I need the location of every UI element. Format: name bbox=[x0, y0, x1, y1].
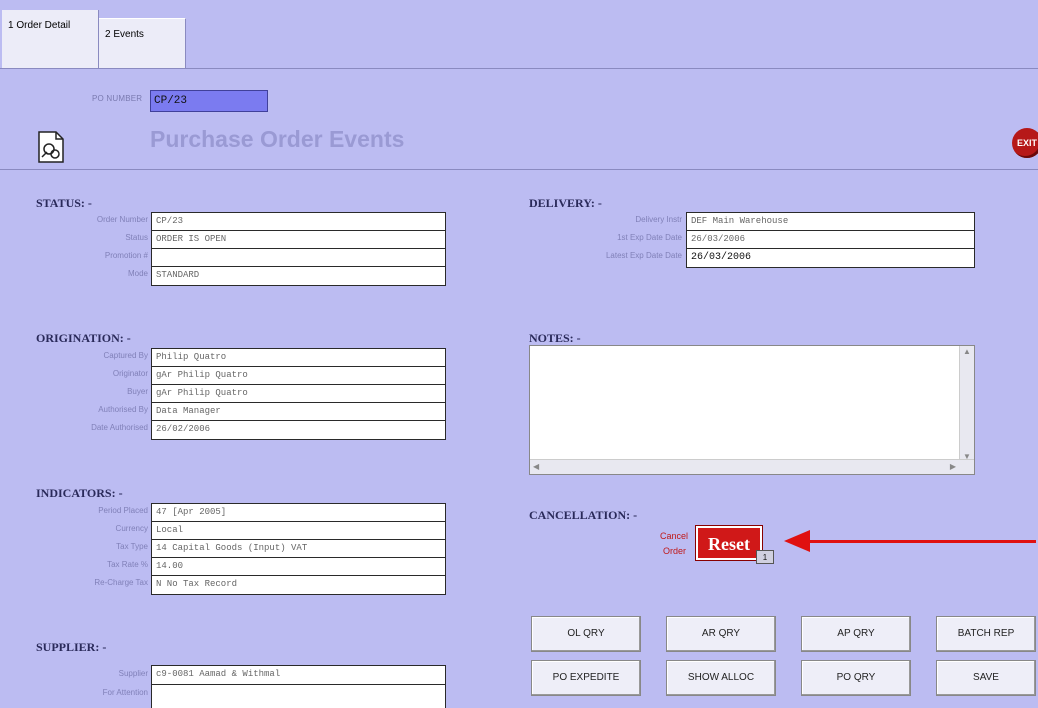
field-label: Order Number bbox=[96, 215, 148, 224]
ap-qry-button[interactable]: AP QRY bbox=[801, 616, 911, 652]
cancel-order-label: Order bbox=[662, 546, 686, 556]
document-icon bbox=[36, 130, 66, 164]
date-authorised-field[interactable]: 26/02/2006 bbox=[152, 421, 445, 439]
tab-strip: 1 Order Detail 2 Events bbox=[0, 0, 1038, 70]
authorised-by-field[interactable]: Data Manager bbox=[152, 403, 445, 421]
po-qry-button[interactable]: PO QRY bbox=[801, 660, 911, 696]
cancellation-heading: CANCELLATION: - bbox=[529, 508, 638, 522]
tab-label: 1 Order Detail bbox=[8, 20, 71, 31]
ol-qry-button[interactable]: OL QRY bbox=[531, 616, 641, 652]
reset-button[interactable]: Reset bbox=[695, 525, 763, 561]
for-attention-field[interactable] bbox=[152, 685, 445, 703]
annotation-arrow-line bbox=[808, 540, 1036, 543]
latest-exp-date-field[interactable]: 26/03/2006 bbox=[687, 249, 974, 267]
buyer-field[interactable]: gAr Philip Quatro bbox=[152, 385, 445, 403]
supplier-fields: c9-0081 Aamad & Withmal bbox=[151, 665, 446, 708]
notes-heading: NOTES: - bbox=[529, 331, 581, 345]
field-label: Tax Type bbox=[116, 542, 148, 551]
scroll-right-icon[interactable]: ▶ bbox=[950, 462, 956, 471]
page-title: Purchase Order Events bbox=[150, 126, 405, 152]
field-label: Period Placed bbox=[98, 506, 148, 515]
scroll-left-icon[interactable]: ◀ bbox=[533, 462, 539, 471]
field-label: Authorised By bbox=[98, 405, 148, 414]
tab-label: 2 Events bbox=[105, 29, 144, 40]
field-label: Captured By bbox=[103, 351, 148, 360]
show-alloc-button[interactable]: SHOW ALLOC bbox=[666, 660, 776, 696]
indicators-fields: 47 [Apr 2005] Local 14 Capital Goods (In… bbox=[151, 503, 446, 595]
indicators-labels: Period Placed Currency Tax Type Tax Rate… bbox=[38, 506, 148, 596]
status-field[interactable]: ORDER IS OPEN bbox=[152, 231, 445, 249]
field-label: Currency bbox=[115, 524, 148, 533]
reset-badge: 1 bbox=[756, 550, 774, 564]
order-number-field[interactable]: CP/23 bbox=[152, 213, 445, 231]
field-label: Status bbox=[125, 233, 148, 242]
tab-events[interactable]: 2 Events bbox=[99, 18, 186, 69]
field-label: Tax Rate % bbox=[107, 560, 148, 569]
field-label: Date Authorised bbox=[91, 423, 148, 432]
indicators-heading: INDICATORS: - bbox=[36, 486, 123, 500]
field-label: Promotion # bbox=[104, 251, 148, 260]
currency-field[interactable]: Local bbox=[152, 522, 445, 540]
delivery-fields: DEF Main Warehouse 26/03/2006 26/03/2006 bbox=[686, 212, 975, 268]
recharge-tax-field[interactable]: N No Tax Record bbox=[152, 576, 445, 594]
scroll-up-icon[interactable]: ▲ bbox=[963, 347, 971, 356]
po-expedite-button[interactable]: PO EXPEDITE bbox=[531, 660, 641, 696]
delivery-labels: Delivery Instr 1st Exp Date Date Latest … bbox=[572, 215, 682, 269]
supplier-field[interactable]: c9-0081 Aamad & Withmal bbox=[152, 666, 445, 685]
captured-by-field[interactable]: Philip Quatro bbox=[152, 349, 445, 367]
status-heading: STATUS: - bbox=[36, 196, 92, 210]
tab-order-detail[interactable]: 1 Order Detail bbox=[2, 10, 99, 68]
po-number-field[interactable]: CP/23 bbox=[150, 90, 268, 112]
field-label: Originator bbox=[112, 369, 148, 378]
field-label: For Attention bbox=[102, 688, 148, 697]
first-exp-date-field[interactable]: 26/03/2006 bbox=[687, 231, 974, 249]
batch-rep-button[interactable]: BATCH REP bbox=[936, 616, 1036, 652]
status-fields: CP/23 ORDER IS OPEN STANDARD bbox=[151, 212, 446, 286]
field-label: Re-Charge Tax bbox=[94, 578, 148, 587]
notes-horizontal-scrollbar[interactable]: ◀ ▶ bbox=[530, 459, 974, 474]
promotion-field[interactable] bbox=[152, 249, 445, 267]
supplier-heading: SUPPLIER: - bbox=[36, 640, 107, 654]
delivery-instr-field[interactable]: DEF Main Warehouse bbox=[687, 213, 974, 231]
annotation-arrow-head bbox=[784, 530, 810, 552]
notes-textarea[interactable]: ▲ ▼ ◀ ▶ bbox=[529, 345, 975, 475]
field-label: Supplier bbox=[118, 669, 148, 678]
field-label: 1st Exp Date Date bbox=[617, 233, 682, 242]
originator-field[interactable]: gAr Philip Quatro bbox=[152, 367, 445, 385]
field-label: Delivery Instr bbox=[635, 215, 682, 224]
status-labels: Order Number Status Promotion # Mode bbox=[38, 215, 148, 287]
origination-heading: ORIGINATION: - bbox=[36, 331, 131, 345]
field-label: Latest Exp Date Date bbox=[605, 251, 682, 260]
field-label: Mode bbox=[127, 269, 148, 278]
supplier-labels: Supplier For Attention bbox=[38, 669, 148, 706]
origination-labels: Captured By Originator Buyer Authorised … bbox=[38, 351, 148, 441]
tax-type-field[interactable]: 14 Capital Goods (Input) VAT bbox=[152, 540, 445, 558]
origination-fields: Philip Quatro gAr Philip Quatro gAr Phil… bbox=[151, 348, 446, 440]
header-divider bbox=[0, 169, 1038, 170]
mode-field[interactable]: STANDARD bbox=[152, 267, 445, 285]
cancel-order-label: Cancel bbox=[659, 531, 688, 541]
save-button[interactable]: SAVE bbox=[936, 660, 1036, 696]
notes-vertical-scrollbar[interactable]: ▲ ▼ bbox=[959, 346, 974, 462]
po-number-label: PO NUMBER bbox=[92, 94, 143, 103]
delivery-heading: DELIVERY: - bbox=[529, 196, 602, 210]
exit-button[interactable]: EXIT bbox=[1012, 128, 1038, 158]
field-label: Buyer bbox=[127, 387, 148, 396]
ar-qry-button[interactable]: AR QRY bbox=[666, 616, 776, 652]
period-placed-field[interactable]: 47 [Apr 2005] bbox=[152, 504, 445, 522]
tab-divider bbox=[0, 68, 1038, 69]
tax-rate-field[interactable]: 14.00 bbox=[152, 558, 445, 576]
